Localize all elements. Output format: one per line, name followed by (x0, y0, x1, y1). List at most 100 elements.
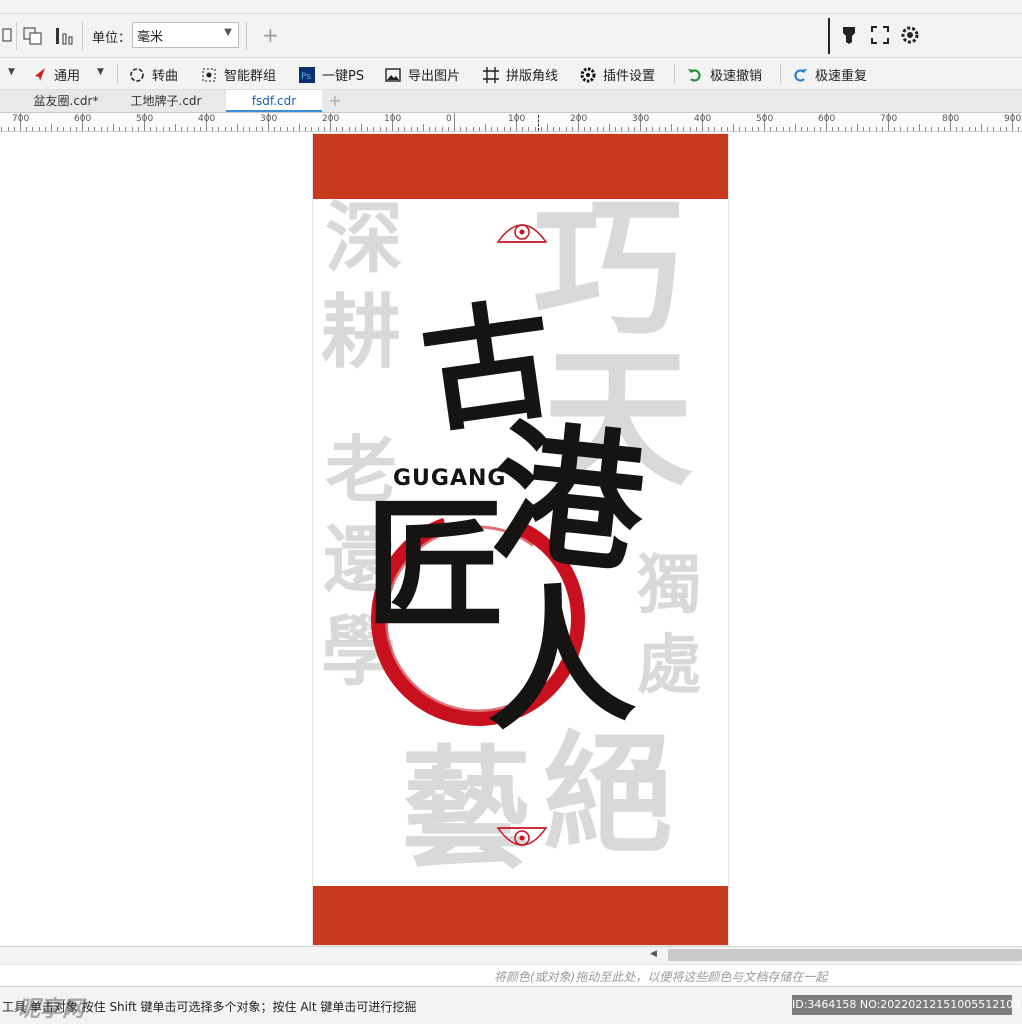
plugin-one-click-ps-button[interactable]: Ps 一键PS (298, 65, 364, 84)
ruler-tick (150, 127, 151, 131)
ruler-tick (70, 127, 71, 131)
plugin-general-button[interactable]: 通用 (32, 65, 80, 84)
cursor-marker (538, 115, 539, 131)
ruler-tick (26, 127, 27, 131)
ruler-tick (417, 127, 418, 131)
new-tab-button[interactable]: + (324, 90, 346, 112)
tab-document-2[interactable]: 工地牌子.cdr (118, 90, 214, 112)
ruler-tick (355, 127, 356, 131)
ruler-tick (590, 127, 591, 131)
ruler-tick (857, 124, 858, 131)
smart-group-icon (202, 68, 216, 81)
group-icon[interactable] (22, 26, 44, 46)
plugin-fast-undo-button[interactable]: 极速撤销 (686, 65, 762, 84)
ruler-tick (349, 127, 350, 131)
artwork-page[interactable]: 深 耕 老 還 學 巧 天 獨 處 藝 絕 古 港 匠 人 GUGANG (313, 134, 728, 945)
distribute-icon[interactable] (54, 26, 76, 46)
ruler-tick (882, 127, 883, 131)
crop-marks-icon (483, 66, 499, 83)
ruler-label: 400 (694, 114, 712, 124)
horizontal-scrollbar[interactable]: ◀ (0, 946, 1022, 964)
ruler-tick (838, 127, 839, 131)
horizontal-ruler[interactable]: 700 600 500 400 300 200 100 0 100 200 300 400 500 600… (0, 112, 1022, 132)
ruler-tick (900, 127, 901, 131)
ruler-tick (274, 127, 275, 131)
ruler-label: 200 (322, 114, 340, 124)
ruler-tick (727, 127, 728, 131)
plugin-settings-button[interactable]: 插件设置 (579, 65, 655, 84)
ruler-tick (76, 127, 77, 131)
plugin-export-image-label: 导出图片 (408, 69, 461, 84)
title-char: 港 (484, 403, 652, 595)
ruler-tick (609, 124, 610, 131)
ruler-tick (8, 127, 9, 131)
title-char: 人 (477, 565, 639, 753)
ruler-tick (367, 127, 368, 131)
document-tabs: 盆友圈.cdr* 工地牌子.cdr fsdf.cdr + (0, 90, 1022, 112)
color-palette-strip[interactable]: 将颜色(或对象)拖动至此处，以便将这些颜色与文档存储在一起 (0, 964, 1022, 986)
property-bar: 单位： 毫米 ▼ + (0, 14, 1022, 58)
plugin-fast-undo-label: 极速撤销 (710, 69, 763, 84)
ruler-tick (256, 127, 257, 131)
ruler-tick (249, 127, 250, 131)
ruler-tick (237, 124, 238, 131)
chevron-down-icon[interactable]: ▼ (8, 67, 15, 77)
ruler-tick (683, 127, 684, 131)
plugin-export-image-button[interactable]: 导出图片 (384, 65, 460, 84)
ruler-tick (200, 127, 201, 131)
ruler-tick (770, 127, 771, 131)
ruler-label: 100 (508, 114, 526, 124)
ruler-tick (634, 127, 635, 131)
ruler-tick (938, 127, 939, 131)
ruler-tick (646, 127, 647, 131)
ruler-tick (243, 127, 244, 131)
scroll-left-icon[interactable]: ◀ (650, 949, 662, 961)
gear-icon[interactable] (900, 25, 920, 45)
ruler-tick (969, 127, 970, 131)
ruler-tick (820, 127, 821, 131)
subtitle-text: GUGANG (393, 466, 507, 491)
ruler-tick (175, 124, 176, 131)
ruler-tick (125, 127, 126, 131)
ruler-tick (559, 127, 560, 131)
ornament-bottom-icon (496, 827, 548, 846)
ruler-tick (721, 127, 722, 131)
add-preset-button[interactable]: + (262, 23, 279, 47)
ruler-tick (113, 124, 114, 131)
tab-document-3[interactable]: fsdf.cdr (226, 90, 322, 112)
ruler-tick (876, 127, 877, 131)
plugin-crop-marks-button[interactable]: 拼版角线 (482, 65, 558, 84)
ruler-tick (218, 127, 219, 131)
ruler-tick (423, 124, 424, 131)
pin-icon[interactable] (840, 25, 858, 45)
ruler-tick (63, 127, 64, 131)
plugin-smart-group-button[interactable]: 智能群组 (200, 65, 276, 84)
ruler-tick (913, 127, 914, 131)
ruler-label: 800 (942, 114, 960, 124)
ruler-tick (311, 127, 312, 131)
ruler-tick (541, 127, 542, 131)
scrollbar-thumb[interactable] (668, 949, 1022, 961)
ruler-tick (851, 127, 852, 131)
ruler-tick (987, 127, 988, 131)
align-icon[interactable] (2, 26, 14, 44)
ruler-tick (404, 127, 405, 131)
ruler-tick (287, 127, 288, 131)
ruler-tick (491, 127, 492, 131)
ruler-tick (708, 127, 709, 131)
ruler-tick (758, 127, 759, 131)
chevron-down-icon[interactable]: ▼ (97, 67, 104, 77)
ruler-tick (398, 127, 399, 131)
unit-select[interactable]: 毫米 ▼ (132, 22, 239, 48)
fullscreen-icon[interactable] (870, 25, 890, 45)
plugin-fast-redo-button[interactable]: 极速重复 (791, 65, 867, 84)
ruler-tick (553, 127, 554, 131)
ruler-tick (522, 127, 523, 131)
tab-document-1[interactable]: 盆友圈.cdr* (20, 90, 112, 112)
ruler-tick (373, 127, 374, 131)
ruler-tick (733, 124, 734, 131)
bg-char: 絕 (543, 717, 674, 870)
plugin-crop-marks-label: 拼版角线 (506, 69, 559, 84)
plugin-convert-curve-button[interactable]: 转曲 (128, 65, 178, 84)
ruler-tick (293, 127, 294, 131)
